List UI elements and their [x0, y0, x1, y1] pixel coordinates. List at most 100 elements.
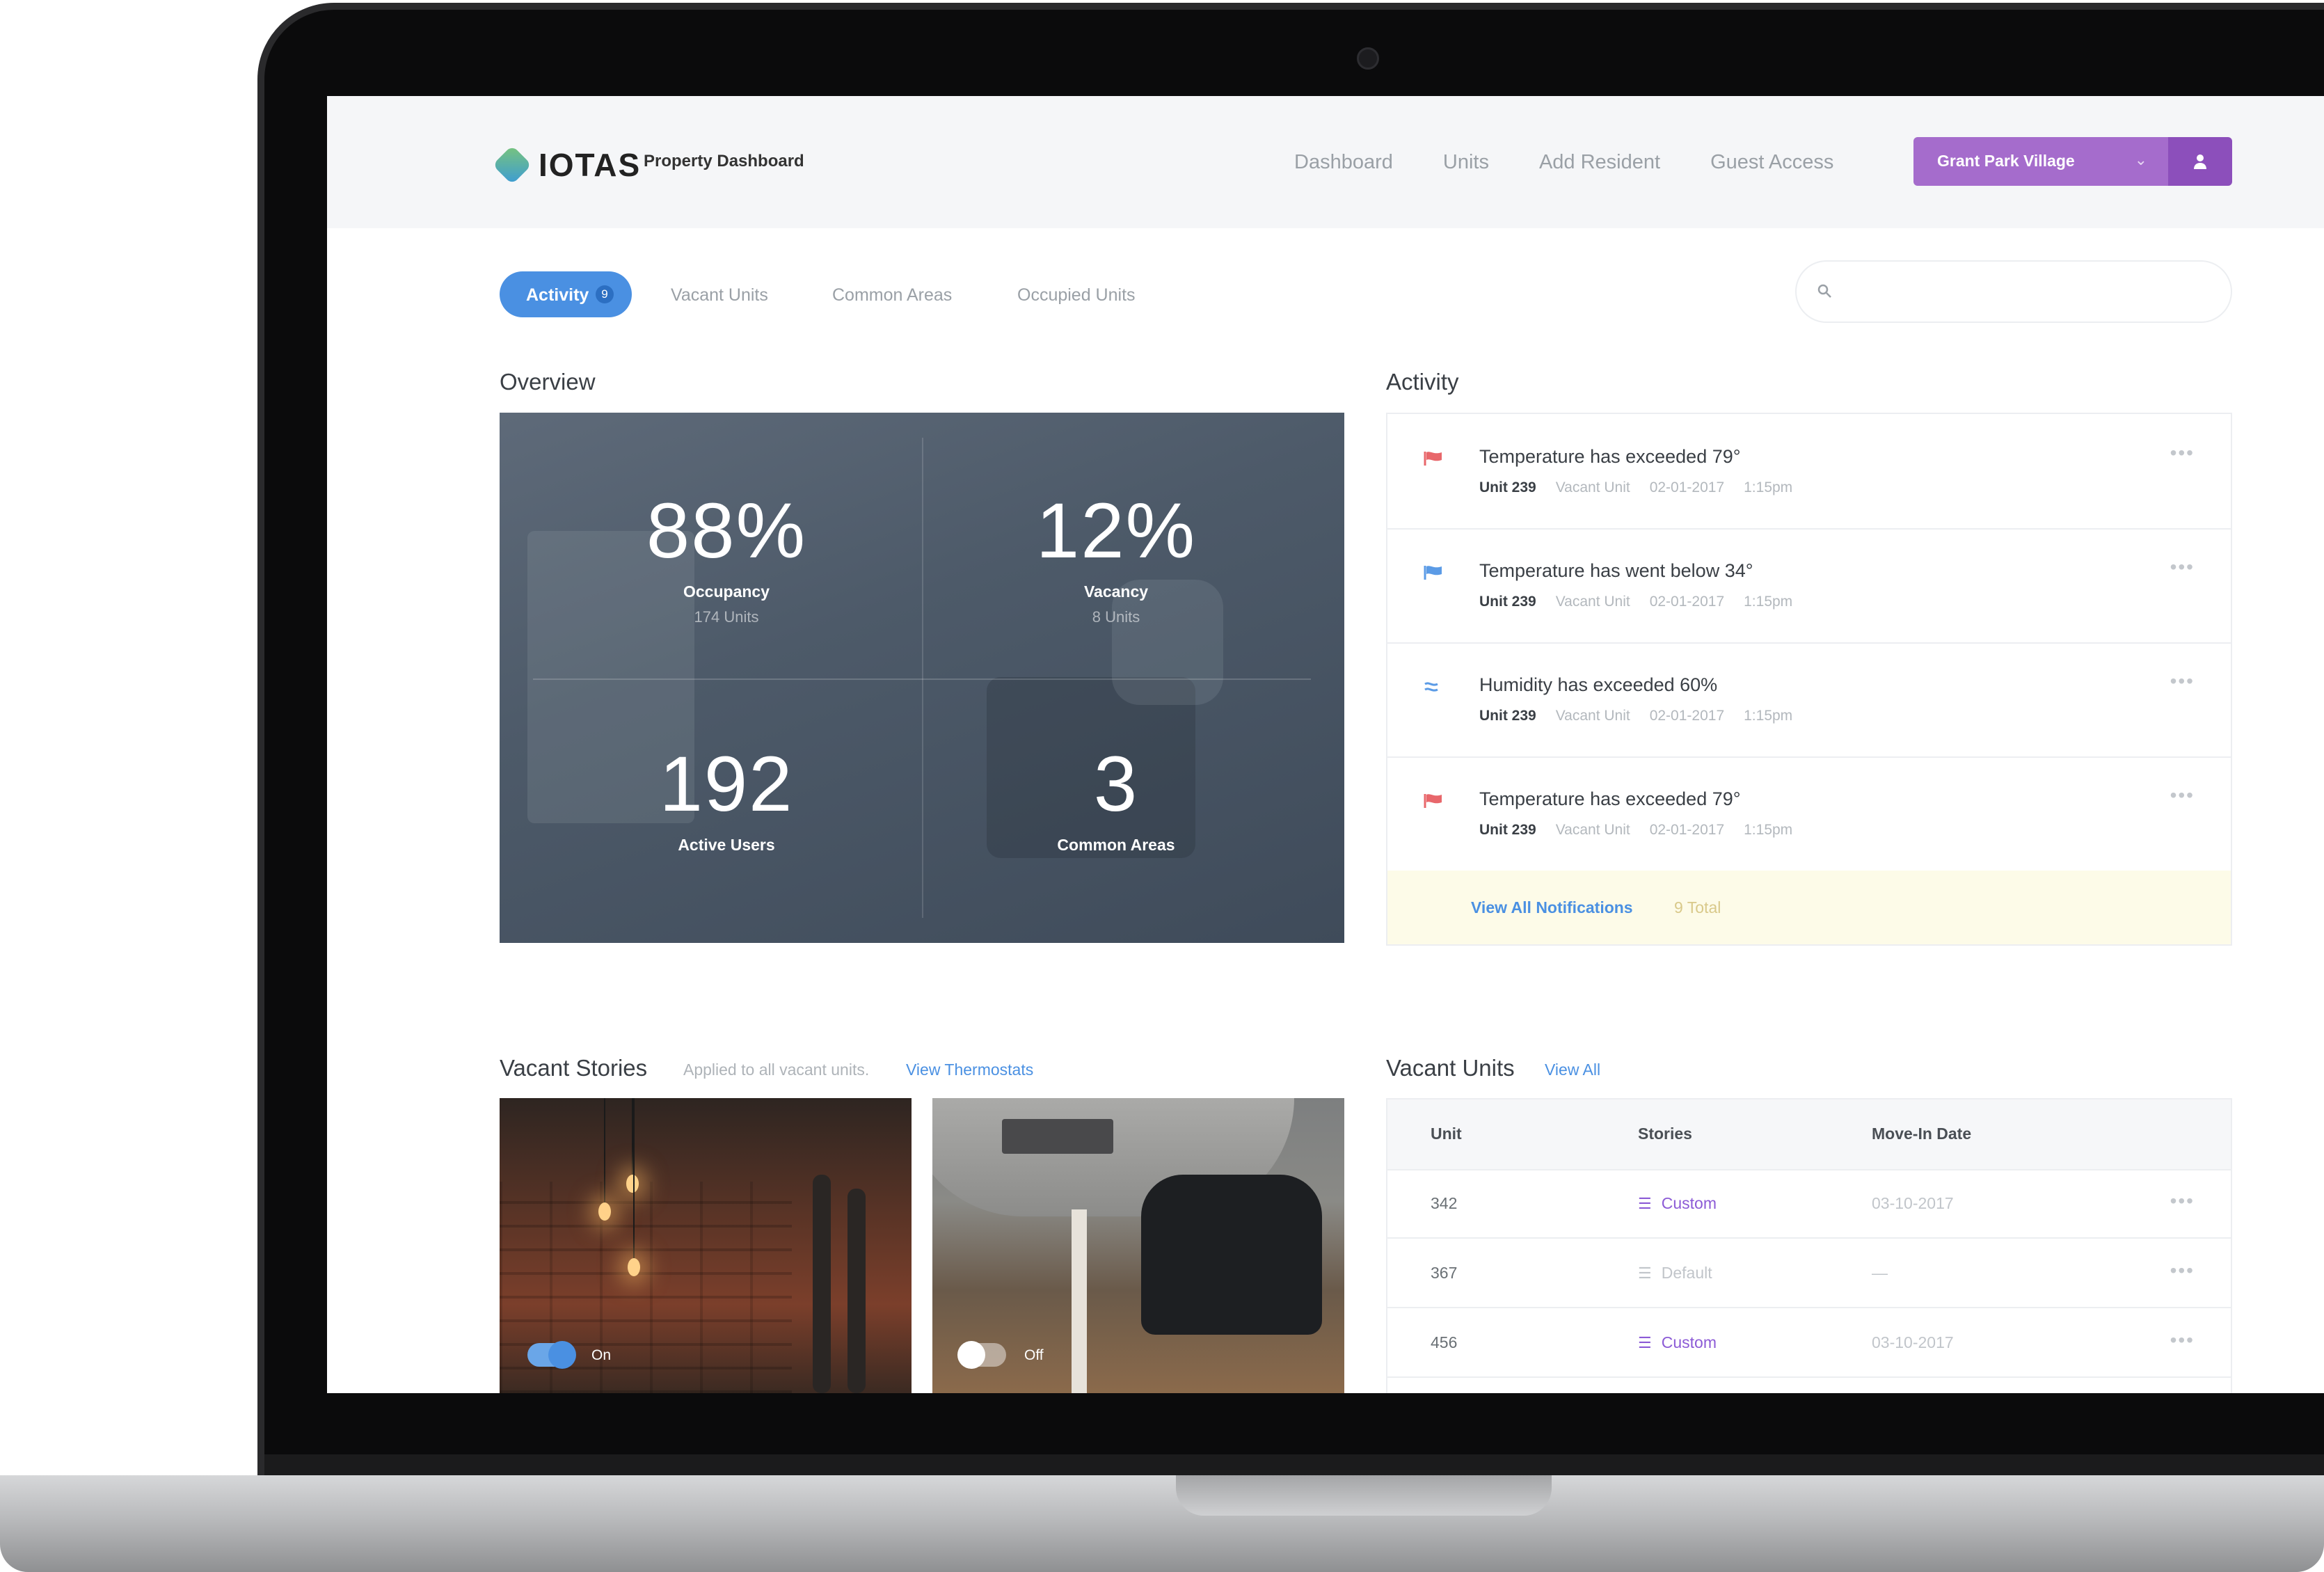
column-unit[interactable]: Unit: [1431, 1125, 1462, 1143]
stat-common-areas: 3 Common Areas: [921, 743, 1311, 855]
table-leg: [1072, 1209, 1087, 1393]
property-selector[interactable]: Grant Park Village ⌄: [1913, 137, 2168, 186]
list-icon: ☰: [1638, 1194, 1652, 1212]
light-bulb-icon: [628, 1258, 640, 1276]
activity-count-badge: 9: [596, 285, 614, 303]
more-options-icon[interactable]: •••: [2170, 670, 2195, 692]
stat-label: Common Areas: [1057, 836, 1175, 854]
activity-meta: Unit 239 Vacant Unit 02-01-2017 1:15pm: [1479, 594, 1812, 610]
activity-type: Vacant Unit: [1555, 822, 1630, 838]
more-options-icon[interactable]: •••: [2170, 1190, 2195, 1212]
activity-item[interactable]: Temperature has exceeded 79° Unit 239 Vac…: [1387, 756, 2231, 872]
logo[interactable]: IOTAS: [492, 145, 641, 185]
stat-value: 12%: [1035, 487, 1197, 574]
property-label: Grant Park Village: [1937, 152, 2075, 170]
toggle-knob: [548, 1341, 576, 1369]
view-thermostats-link[interactable]: View Thermostats: [906, 1061, 1033, 1079]
chevron-down-icon: ⌄: [2134, 151, 2147, 168]
activity-time: 1:15pm: [1744, 594, 1793, 610]
story-toggle[interactable]: [527, 1341, 576, 1369]
divider: [533, 678, 1311, 680]
table-row[interactable]: 342 ☰ Custom 03-10-2017 •••: [1387, 1169, 2231, 1239]
stat-sub: 8 Units: [1092, 608, 1140, 626]
camera-icon: [1357, 47, 1379, 70]
more-options-icon[interactable]: •••: [2170, 1329, 2195, 1351]
move-in-date: 03-10-2017: [1872, 1194, 1954, 1212]
book-image: [1002, 1119, 1113, 1154]
unit-number: 456: [1431, 1333, 1458, 1351]
more-options-icon[interactable]: •••: [2170, 1260, 2195, 1282]
tab-occupied-units[interactable]: Occupied Units: [1017, 285, 1136, 305]
stat-vacancy: 12% Vacancy 8 Units: [921, 489, 1311, 626]
flag-blue-icon: [1424, 566, 1442, 580]
top-bar: IOTAS Property Dashboard Dashboard Units…: [327, 96, 2324, 228]
stat-label: Occupancy: [683, 582, 770, 601]
flag-red-icon: [1424, 794, 1442, 808]
story-card[interactable]: On: [500, 1098, 912, 1393]
view-all-units-link[interactable]: View All: [1545, 1061, 1600, 1079]
stat-label: Vacancy: [1083, 582, 1149, 601]
activity-unit: Unit 239: [1479, 594, 1536, 610]
activity-title: Activity: [1386, 369, 1459, 395]
nav-add-resident[interactable]: Add Resident: [1539, 151, 1660, 174]
tab-common-areas[interactable]: Common Areas: [832, 285, 952, 305]
stat-label: Active Users: [678, 836, 775, 854]
story-card[interactable]: Off: [932, 1098, 1344, 1393]
nav-dashboard[interactable]: Dashboard: [1294, 151, 1393, 174]
more-options-icon[interactable]: •••: [2170, 442, 2195, 464]
unit-number: 367: [1431, 1264, 1458, 1282]
nav-units[interactable]: Units: [1443, 151, 1489, 174]
story-name: Custom: [1661, 1194, 1717, 1212]
view-all-notifications-link[interactable]: View All Notifications: [1471, 898, 1633, 917]
more-options-icon[interactable]: •••: [2170, 784, 2195, 807]
ski-image: [813, 1175, 831, 1393]
story-tag[interactable]: ☰ Custom: [1638, 1194, 1717, 1213]
activity-type: Vacant Unit: [1555, 479, 1630, 495]
ski-image: [847, 1189, 866, 1393]
activity-meta: Unit 239 Vacant Unit 02-01-2017 1:15pm: [1479, 708, 1812, 724]
story-tag[interactable]: ☰ Default: [1638, 1264, 1712, 1283]
laptop-base: [0, 1475, 2324, 1572]
search-input[interactable]: [1795, 260, 2232, 323]
more-options-icon[interactable]: •••: [2170, 556, 2195, 578]
nav-guest-access[interactable]: Guest Access: [1710, 151, 1833, 174]
stat-value: 88%: [646, 487, 807, 574]
column-stories[interactable]: Stories: [1638, 1125, 1692, 1143]
activity-item[interactable]: Temperature has went below 34° Unit 239 V…: [1387, 528, 2231, 644]
activity-item[interactable]: Humidity has exceeded 60% Unit 239 Vacant…: [1387, 642, 2231, 758]
list-icon: ☰: [1638, 1264, 1652, 1282]
screen: IOTAS Property Dashboard Dashboard Units…: [327, 96, 2324, 1393]
stat-active-users: 192 Active Users: [532, 743, 921, 855]
overview-title: Overview: [500, 369, 596, 395]
stat-sub: 174 Units: [694, 608, 759, 626]
table-header: Unit Stories Move-In Date: [1387, 1099, 2231, 1170]
table-row[interactable]: 367 ☰ Default — •••: [1387, 1239, 2231, 1308]
activity-footer: View All Notifications 9 Total: [1387, 871, 2231, 944]
table-row[interactable]: 456 ☰ Custom 03-10-2017 •••: [1387, 1308, 2231, 1378]
user-icon: [2194, 154, 2206, 169]
activity-time: 1:15pm: [1744, 708, 1793, 724]
vacant-units-title: Vacant Units: [1386, 1055, 1515, 1081]
activity-date: 02-01-2017: [1649, 479, 1725, 495]
logo-icon: [492, 145, 532, 185]
activity-title: Temperature has exceeded 79°: [1479, 788, 1741, 809]
activity-date: 02-01-2017: [1649, 594, 1725, 610]
toggle-knob: [957, 1341, 985, 1369]
vacant-stories-title: Vacant Stories: [500, 1055, 648, 1081]
activity-title: Temperature has went below 34°: [1479, 560, 1753, 581]
activity-date: 02-01-2017: [1649, 708, 1725, 724]
flag-red-icon: [1424, 452, 1442, 466]
activity-title: Humidity has exceeded 60%: [1479, 674, 1718, 695]
story-toggle[interactable]: [957, 1341, 1006, 1369]
activity-meta: Unit 239 Vacant Unit 02-01-2017 1:15pm: [1479, 479, 1812, 496]
tab-vacant-units[interactable]: Vacant Units: [671, 285, 768, 305]
activity-item[interactable]: Temperature has exceeded 79° Unit 239 Vac…: [1387, 414, 2231, 530]
activity-unit: Unit 239: [1479, 822, 1536, 838]
tab-activity[interactable]: Activity 9: [500, 271, 632, 317]
story-tag[interactable]: ☰ Custom: [1638, 1333, 1717, 1352]
notifications-total: 9 Total: [1674, 898, 1721, 916]
column-move-in-date[interactable]: Move-In Date: [1872, 1125, 1971, 1143]
activity-list: Temperature has exceeded 79° Unit 239 Vac…: [1386, 413, 2232, 946]
toggle-label: Off: [1024, 1347, 1044, 1363]
user-menu-button[interactable]: [2168, 137, 2232, 186]
